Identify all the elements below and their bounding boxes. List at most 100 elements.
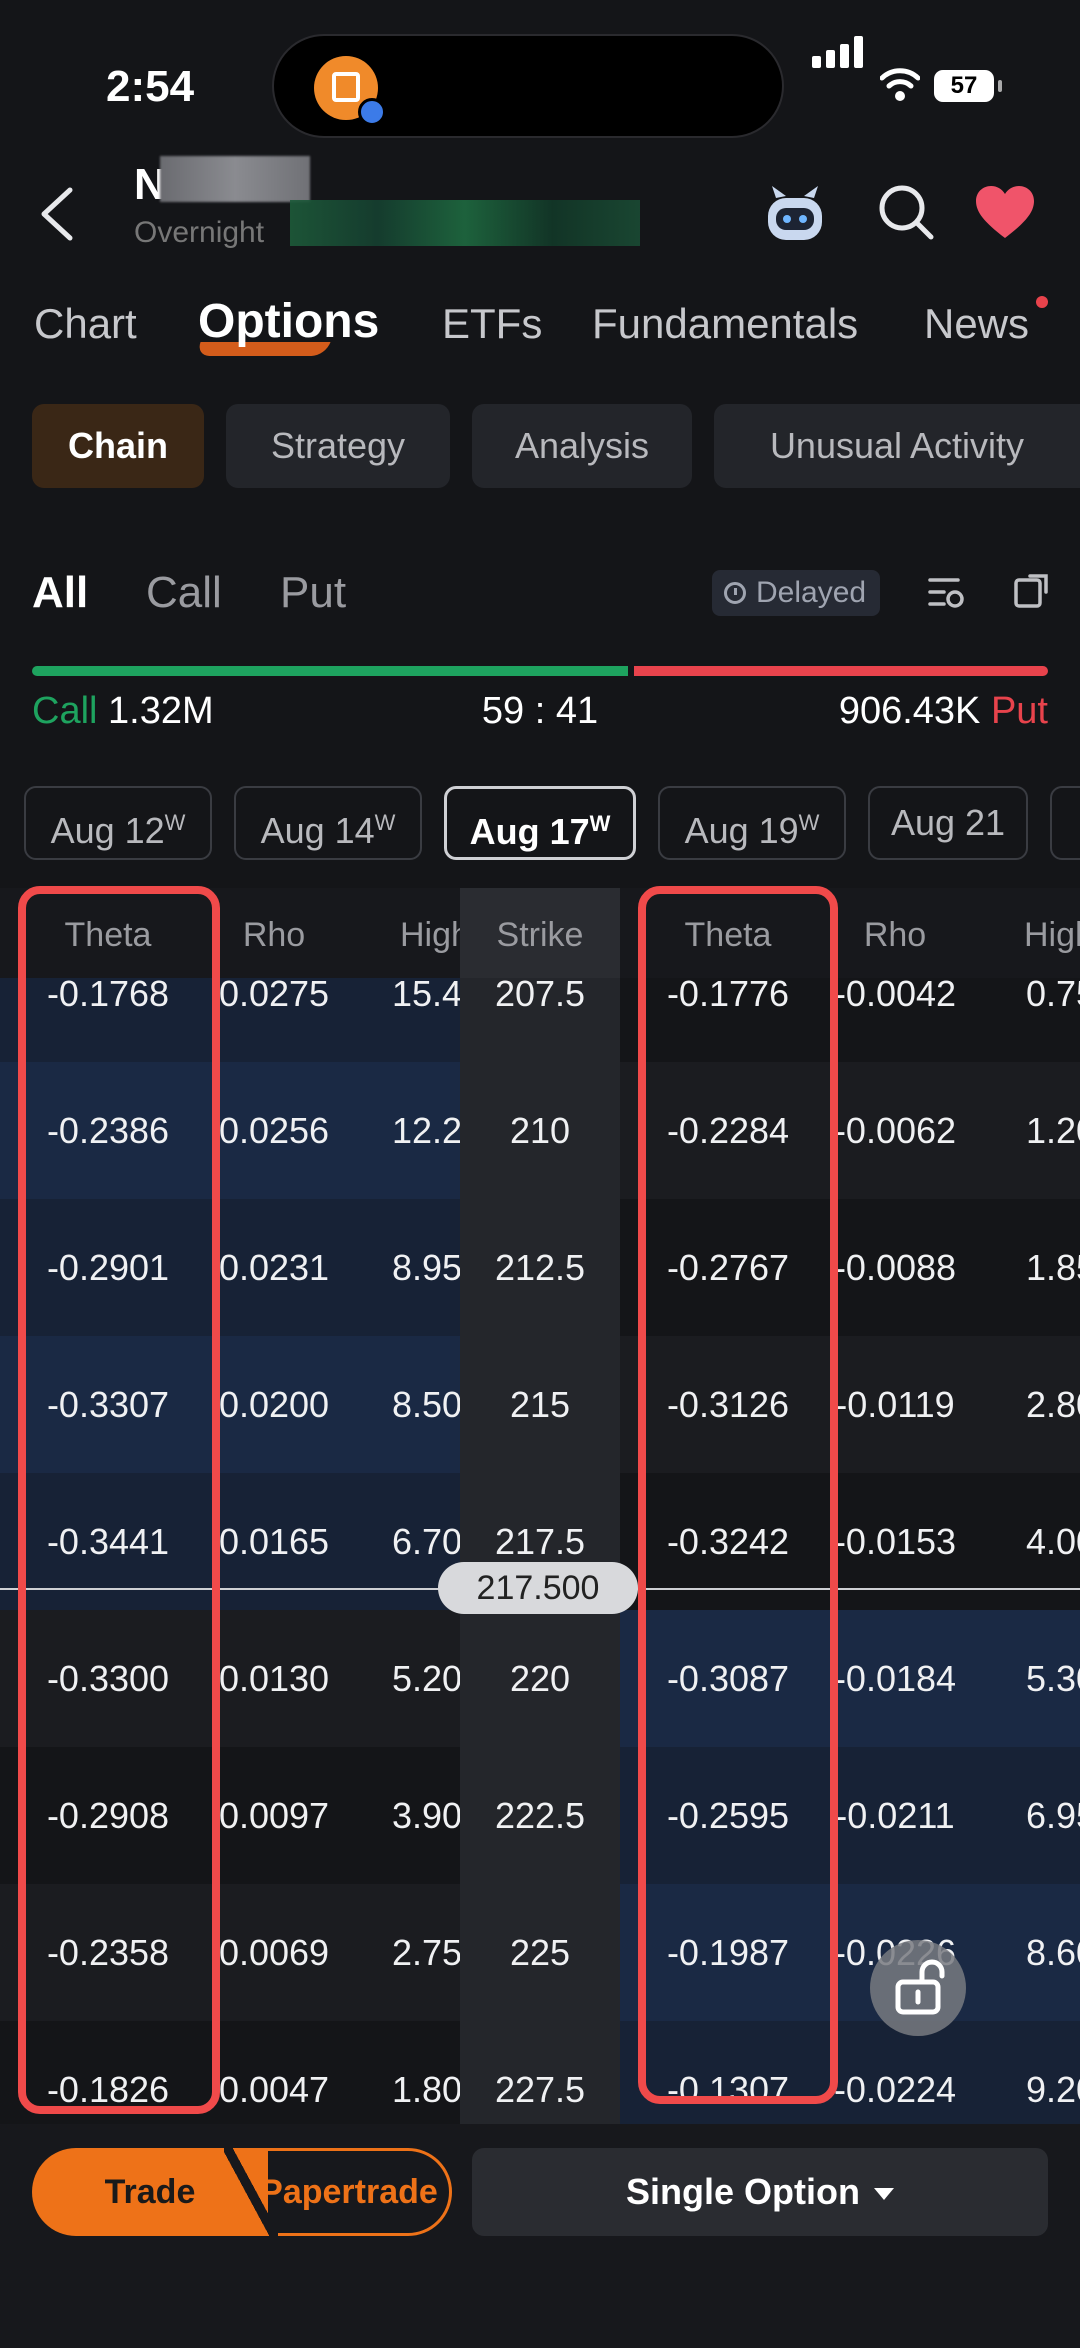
news-notification-dot: [1036, 296, 1048, 308]
single-option-dropdown[interactable]: Single Option: [472, 2148, 1048, 2236]
options-subtabs: Chain Strategy Analysis Unusual Activity: [0, 404, 1080, 488]
call-rho-cell: 0.0130: [218, 1658, 330, 1699]
weekly-marker: W: [164, 810, 186, 835]
call-rho-cell: 0.0275: [218, 973, 330, 1014]
put-high-cell: 6.95: [1026, 1795, 1080, 1836]
caret-down-icon: [873, 2188, 894, 2201]
call-high-cell: 15.40: [392, 973, 460, 1014]
expiration-dates: Aug 12W Aug 14W Aug 17W Aug 19W Aug 21: [0, 786, 1080, 860]
wifi-icon: [880, 68, 920, 101]
put-rho-cell: -0.0224: [833, 2069, 957, 2110]
call-ratio-fill: [32, 666, 629, 676]
strike-cell: 210: [509, 1110, 571, 1151]
put-volume-value: 906.43K: [838, 690, 981, 732]
weekly-marker: W: [589, 811, 611, 836]
put-high-cell: 1.85: [1026, 1247, 1080, 1288]
date-aug-14[interactable]: Aug 14W: [234, 786, 422, 860]
button-divider: [224, 2142, 278, 2242]
chip-strategy[interactable]: Strategy: [226, 404, 450, 488]
strike-cell: 207.5: [494, 973, 586, 1014]
weekly-marker: W: [374, 810, 396, 835]
call-put-ratio-bar: [32, 666, 1048, 676]
chip-chain[interactable]: Chain: [32, 404, 204, 488]
call-high-cell: 8.95: [392, 1247, 460, 1288]
session-label: Overnight: [134, 216, 265, 249]
tab-chart[interactable]: Chart: [34, 300, 137, 348]
call-high-cell: 2.75: [392, 1932, 460, 1973]
search-icon[interactable]: [876, 182, 936, 242]
filter-all[interactable]: All: [32, 568, 88, 618]
put-high-cell: 9.20: [1026, 2069, 1080, 2110]
favorite-heart-icon[interactable]: [974, 184, 1036, 240]
bottom-action-bar: Trade Papertrade Single Option: [0, 2124, 1080, 2348]
filter-settings-icon[interactable]: [926, 572, 966, 612]
chip-analysis[interactable]: Analysis: [472, 404, 692, 488]
call-rho-cell: 0.0069: [218, 1932, 330, 1973]
put-rho-cell: -0.0042: [833, 973, 957, 1014]
put-rho-cell: -0.0062: [833, 1110, 957, 1151]
tab-fundamentals[interactable]: Fundamentals: [592, 300, 858, 348]
date-label: Aug 17: [469, 811, 590, 852]
call-high-cell: 12.20: [392, 1110, 460, 1151]
delayed-label: Delayed: [756, 576, 867, 609]
strike-cell: 220: [509, 1658, 571, 1699]
dynamic-island: [272, 34, 784, 138]
filter-call[interactable]: Call: [146, 568, 222, 618]
battery-indicator: 57: [934, 70, 1002, 102]
filter-put[interactable]: Put: [280, 568, 346, 618]
put-high-cell: 2.80: [1026, 1384, 1080, 1425]
strike-cell: 215: [509, 1384, 571, 1425]
put-volume: 906.43K Put: [839, 690, 1048, 733]
status-bar: 2:54 57: [0, 0, 1080, 160]
call-high-cell: 5.20: [392, 1658, 460, 1699]
ai-assistant-robot-icon[interactable]: [762, 184, 828, 244]
strike-cell: 222.5: [494, 1795, 586, 1836]
underlying-price-marker: 217.500: [438, 1562, 638, 1614]
date-aug-19[interactable]: Aug 19W: [658, 786, 846, 860]
call-theta-highlight-box: [18, 886, 220, 2114]
date-label: Aug 19: [684, 810, 799, 851]
call-rho-cell: 0.0200: [218, 1384, 330, 1425]
single-option-label: Single Option: [626, 2171, 860, 2212]
put-rho-cell: -0.0211: [835, 1795, 955, 1836]
date-aug-12[interactable]: Aug 12W: [24, 786, 212, 860]
date-aug-17[interactable]: Aug 17W: [444, 786, 636, 860]
put-high-cell: 5.30: [1026, 1658, 1080, 1699]
date-more[interactable]: [1050, 786, 1080, 860]
date-label: Aug 14: [260, 810, 375, 851]
redacted-price: [290, 200, 640, 246]
call-high-cell: 8.50: [392, 1384, 460, 1425]
redacted-ticker: [160, 156, 310, 202]
section-tabs: Chart Options ETFs Fundamentals News: [0, 290, 1080, 370]
status-time: 2:54: [106, 62, 195, 111]
call-put-volume: Call 1.32M 59 : 41 906.43K Put: [0, 690, 1080, 740]
date-aug-21[interactable]: Aug 21: [868, 786, 1028, 860]
date-label: Aug 12: [50, 810, 165, 851]
back-arrow-icon[interactable]: [34, 184, 84, 244]
call-rho-cell: 0.0047: [218, 2069, 330, 2110]
date-label: Aug 21: [890, 802, 1006, 843]
call-rho-cell: 0.0097: [218, 1795, 330, 1836]
call-high-cell: 3.90: [392, 1795, 460, 1836]
tab-news[interactable]: News: [924, 300, 1029, 348]
put-rho-cell: -0.0088: [833, 1247, 957, 1288]
tab-options[interactable]: Options: [198, 294, 379, 349]
weekly-marker: W: [798, 810, 820, 835]
put-high-cell: 1.20: [1026, 1110, 1080, 1151]
unlock-icon[interactable]: [870, 1940, 966, 2036]
call-high-cell: 1.80: [392, 2069, 460, 2110]
put-label: Put: [990, 690, 1048, 732]
export-icon[interactable]: [1012, 570, 1052, 610]
option-type-filter: All Call Put Delayed: [0, 556, 1080, 636]
strike-cell: 212.5: [494, 1247, 586, 1288]
put-high-cell: 8.60: [1026, 1932, 1080, 1973]
strike-cell: 227.5: [494, 2069, 586, 2110]
put-theta-highlight-box: [638, 886, 838, 2104]
put-high-cell: 0.75: [1026, 973, 1080, 1014]
put-ratio-fill: [634, 666, 1048, 676]
put-rho-cell: -0.0119: [835, 1384, 955, 1425]
tab-etfs[interactable]: ETFs: [442, 300, 542, 348]
put-rho-cell: -0.0184: [833, 1658, 957, 1699]
chip-unusual-activity[interactable]: Unusual Activity: [714, 404, 1080, 488]
call-rho-cell: 0.0231: [218, 1247, 330, 1288]
